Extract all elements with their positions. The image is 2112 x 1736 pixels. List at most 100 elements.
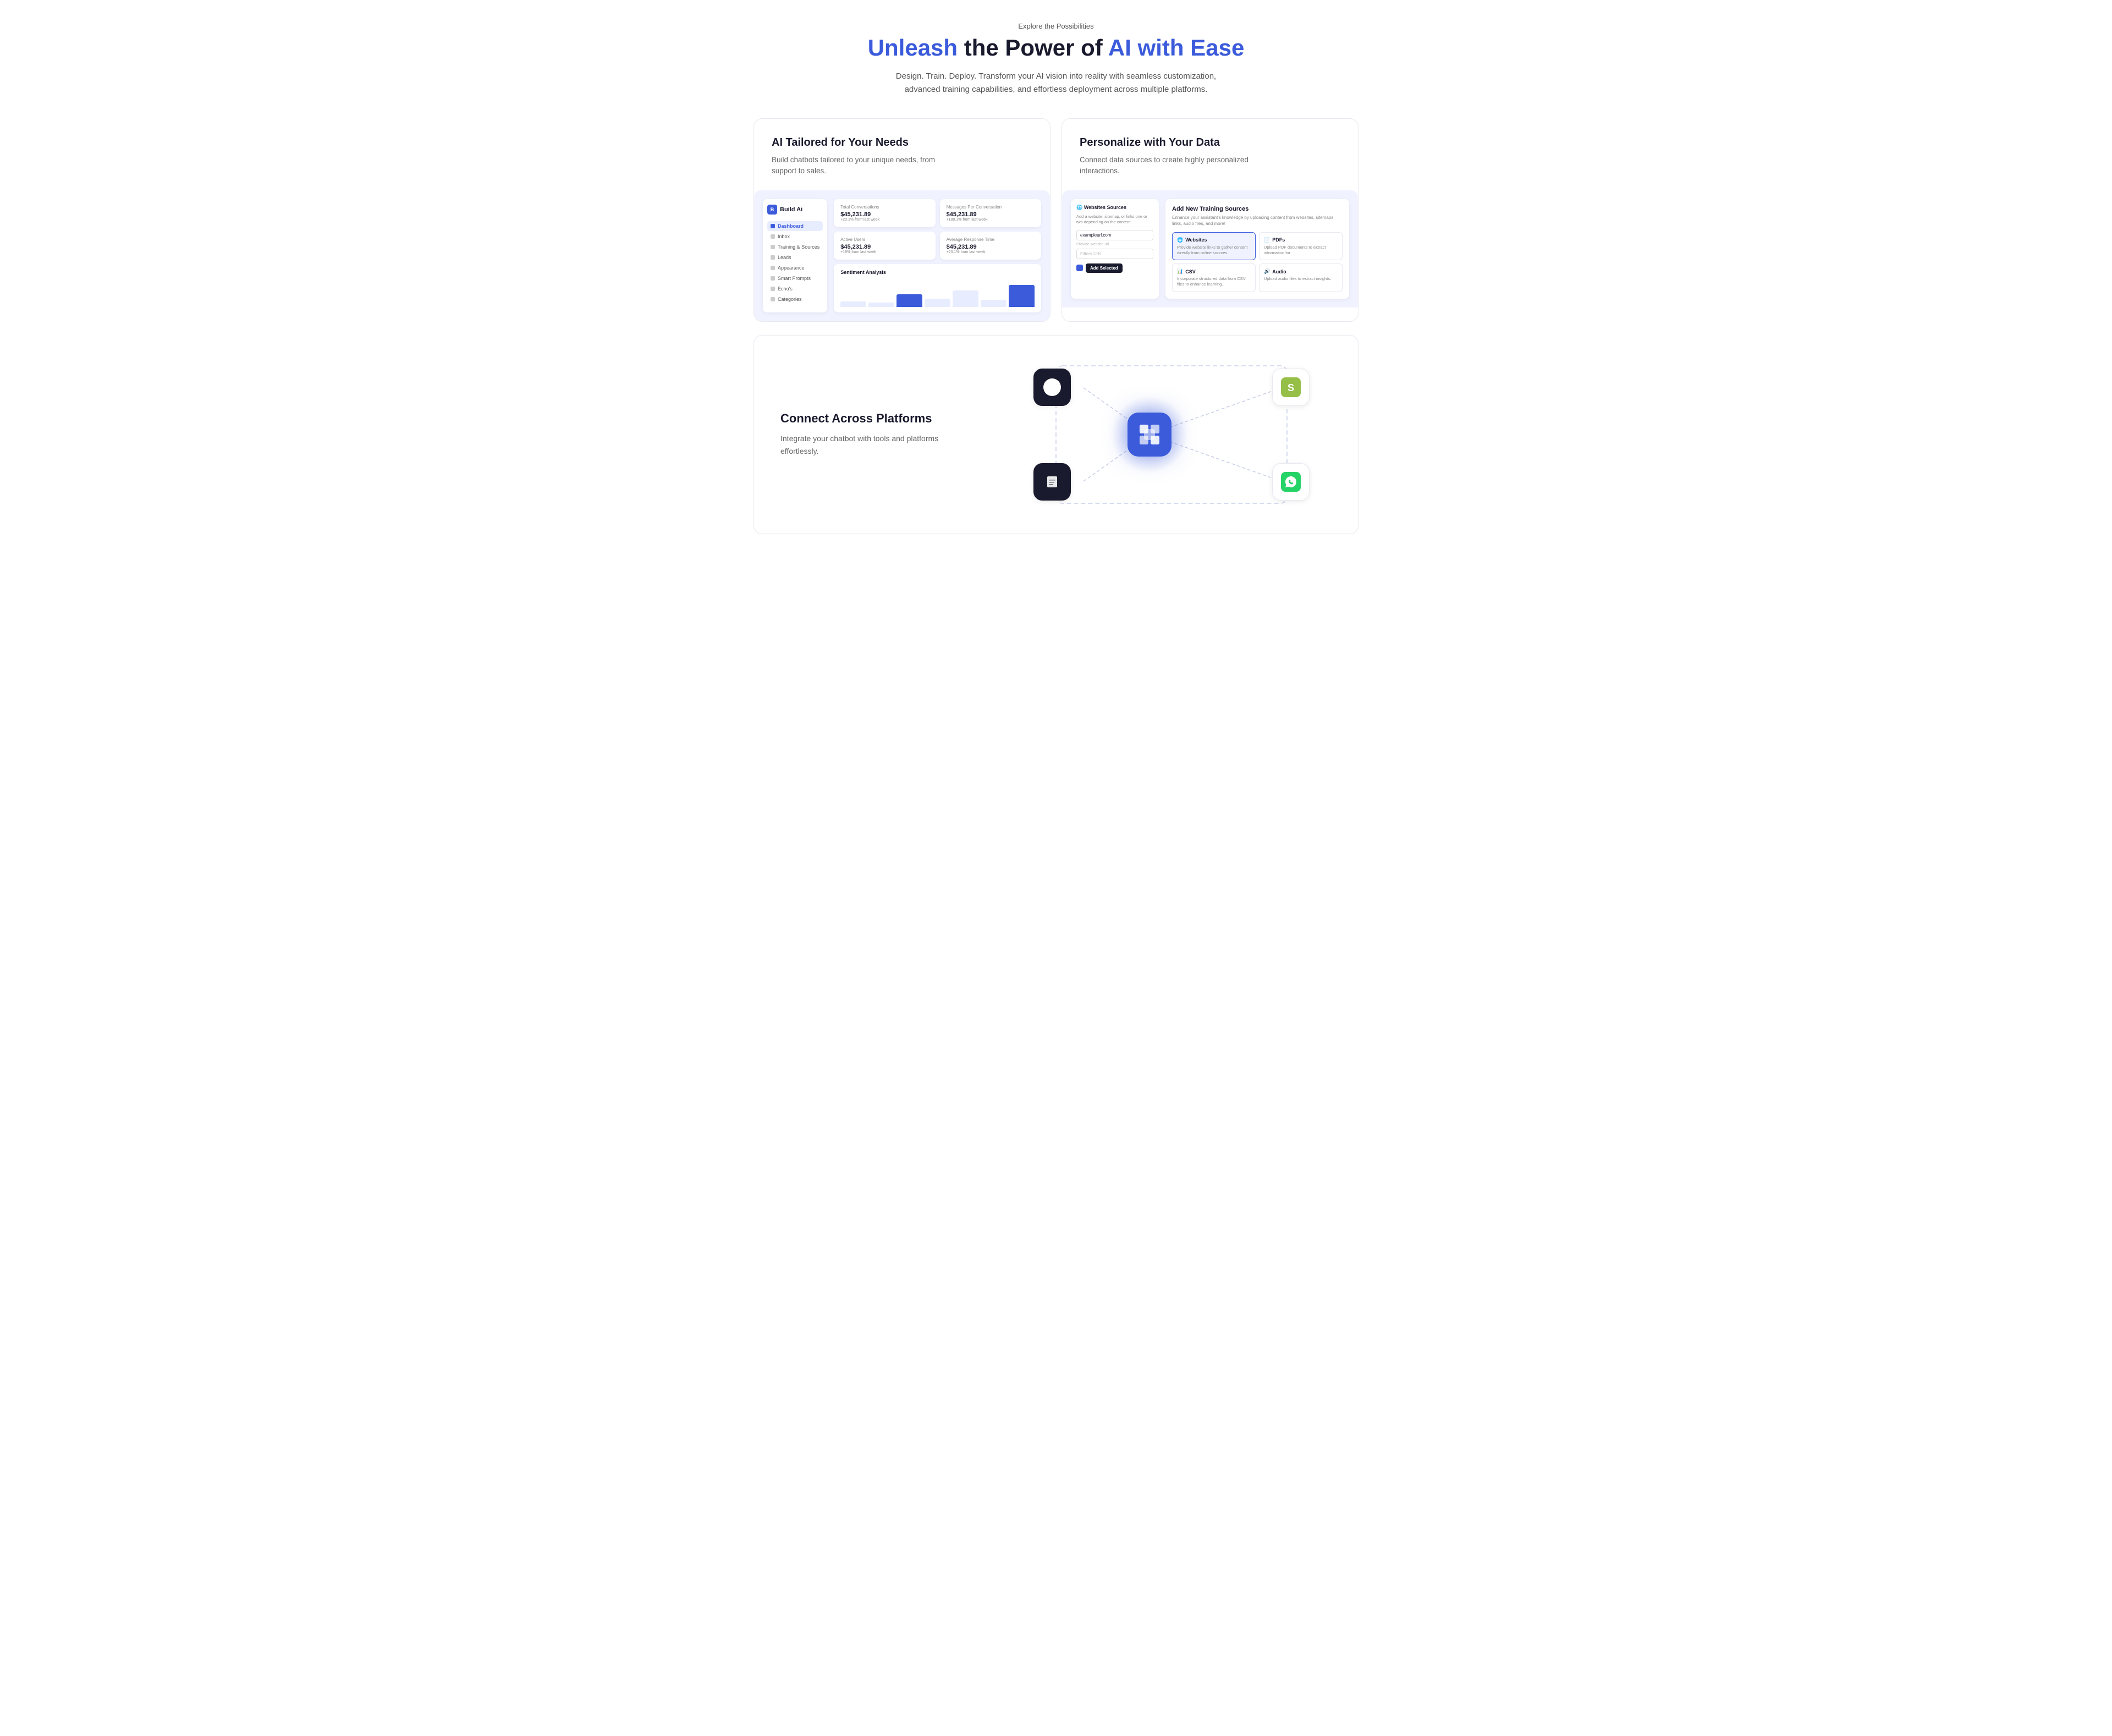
nav-dashboard[interactable]: Dashboard [767, 221, 823, 231]
chart-title: Sentiment Analysis [840, 270, 1035, 275]
stat-change: +20.1% from last week [840, 218, 928, 222]
source-cards: 🌐 Websites Provide website links to gath… [1172, 232, 1343, 292]
stat-label: Total Conversations [840, 205, 928, 210]
nav-label: Echo's [778, 286, 793, 292]
svg-text:S: S [1288, 382, 1294, 393]
nav-leads[interactable]: Leads [767, 252, 823, 262]
nav-label: Appearance [778, 265, 805, 271]
source-card-title: 📄 PDFs [1264, 237, 1338, 243]
url-input-mock[interactable]: exampleurl.com [1076, 230, 1153, 240]
stat-active-users: Active Users $45,231.89 +19% from last w… [834, 232, 935, 260]
nav-label: Inbox [778, 234, 790, 239]
source-card-websites[interactable]: 🌐 Websites Provide website links to gath… [1172, 232, 1256, 261]
source-card-desc: Upload audio files to extract insights. [1264, 276, 1338, 282]
node-wordpress: W [1033, 369, 1071, 406]
panel-title: Add New Training Sources [1172, 206, 1343, 212]
hub-svg [1137, 422, 1162, 447]
nav-label: Training & Sources [778, 244, 820, 250]
filter-input-mock[interactable]: Filters Urls... [1076, 249, 1153, 259]
nav-dot [771, 224, 775, 228]
mock-chart: Sentiment Analysis [834, 264, 1041, 312]
document-icon [1042, 472, 1062, 492]
stat-total-conversations: Total Conversations $45,231.89 +20.1% fr… [834, 199, 935, 227]
mock-logo: B Build Ai [767, 205, 823, 215]
nav-label: Leads [778, 255, 791, 260]
source-card-audio[interactable]: 🔊 Audio Upload audio files to extract in… [1259, 263, 1343, 292]
bottom-card-text: Connect Across Platforms Integrate your … [780, 411, 945, 457]
nav-dot [771, 276, 775, 281]
source-card-desc: Upload PDF documents to extract informat… [1264, 245, 1338, 256]
left-panel: 🌐 Websites Sources Add a website, sitema… [1071, 199, 1159, 299]
node-document [1033, 463, 1071, 501]
hero-title-part1: Unleash [868, 35, 958, 61]
checkbox-icon[interactable] [1076, 265, 1083, 271]
source-card-title: 📊 CSV [1177, 268, 1251, 274]
node-whatsapp [1272, 463, 1310, 501]
nav-categories[interactable]: Categories [767, 294, 823, 304]
nav-dot [771, 234, 775, 239]
nav-smart-prompts[interactable]: Smart Prompts [767, 273, 823, 283]
source-card-csv[interactable]: 📊 CSV Incorporate structured data from C… [1172, 263, 1256, 292]
hub-icon [1128, 413, 1172, 457]
chart-bars [840, 279, 1035, 307]
source-card-title: 🌐 Websites [1177, 237, 1251, 243]
stat-value: $45,231.89 [947, 211, 1035, 218]
logo-icon: B [767, 205, 777, 215]
hero-title: Unleash the Power of AI with Ease [11, 35, 2101, 61]
platforms-visualization: W S [967, 358, 1332, 512]
globe-icon: 🌐 [1177, 237, 1183, 243]
hero-title-part2: the Power of [958, 35, 1108, 61]
card2-desc: Connect data sources to create highly pe… [1080, 155, 1267, 177]
source-card-desc: Provide website links to gather content … [1177, 245, 1251, 256]
source-card-desc: Incorporate structured data from CSV fil… [1177, 276, 1251, 287]
shopify-icon: S [1281, 377, 1301, 397]
nav-dot [771, 266, 775, 270]
nav-dot [771, 287, 775, 291]
nav-inbox[interactable]: Inbox [767, 232, 823, 241]
node-shopify: S [1272, 369, 1310, 406]
card3-desc: Integrate your chatbot with tools and pl… [780, 432, 945, 457]
mock-sidebar: B Build Ai Dashboard Inbox Training & So… [763, 199, 827, 312]
ws-label: 🌐 Websites Sources [1076, 205, 1153, 211]
csv-icon: 📊 [1177, 268, 1183, 274]
nav-appearance[interactable]: Appearance [767, 263, 823, 273]
card-connect-platforms: Connect Across Platforms Integrate your … [754, 335, 1358, 534]
source-card-pdfs[interactable]: 📄 PDFs Upload PDF documents to extract i… [1259, 232, 1343, 261]
nav-dot [771, 245, 775, 249]
card2-title: Personalize with Your Data [1080, 136, 1340, 149]
stat-label: Messages Per Conversation [947, 205, 1035, 210]
bar-4 [925, 299, 950, 307]
nav-echos[interactable]: Echo's [767, 284, 823, 294]
nav-training[interactable]: Training & Sources [767, 242, 823, 252]
sources-panel: Add New Training Sources Enhance your as… [1165, 199, 1349, 299]
svg-text:W: W [1047, 381, 1058, 393]
stat-value: $45,231.89 [947, 244, 1035, 250]
hero-subtitle: Design. Train. Deploy. Transform your AI… [891, 70, 1221, 96]
pdf-icon: 📄 [1264, 237, 1270, 243]
stat-label: Average Response Time [947, 237, 1035, 242]
nav-label: Categories [778, 296, 802, 302]
bar-7 [1009, 285, 1035, 307]
stat-messages-per-conv: Messages Per Conversation $45,231.89 +18… [940, 199, 1041, 227]
card-ai-tailored: AI Tailored for Your Needs Build chatbot… [754, 118, 1050, 322]
wordpress-icon: W [1042, 377, 1062, 397]
stats-row-1: Total Conversations $45,231.89 +20.1% fr… [834, 199, 1041, 227]
bar-3 [897, 294, 922, 307]
stat-label: Active Users [840, 237, 928, 242]
bar-6 [981, 300, 1007, 307]
cards-row: AI Tailored for Your Needs Build chatbot… [754, 118, 1358, 322]
explore-label: Explore the Possibilities [11, 22, 2101, 30]
card-personalize: Personalize with Your Data Connect data … [1062, 118, 1358, 322]
hero-title-part3: AI with Ease [1108, 35, 1244, 61]
whatsapp-icon [1281, 472, 1301, 492]
stat-value: $45,231.89 [840, 244, 928, 250]
stats-row-2: Active Users $45,231.89 +19% from last w… [834, 232, 1041, 260]
logo-text: Build Ai [780, 206, 802, 213]
stat-change: +20.1% from last week [947, 250, 1035, 254]
card1-title: AI Tailored for Your Needs [772, 136, 1032, 149]
nav-dot [771, 255, 775, 260]
stat-avg-response: Average Response Time $45,231.89 +20.1% … [940, 232, 1041, 260]
add-selected-btn[interactable]: Add Selected [1086, 263, 1123, 273]
dashboard-mockup: B Build Ai Dashboard Inbox Training & So… [754, 190, 1050, 321]
nav-label: Dashboard [778, 223, 804, 229]
